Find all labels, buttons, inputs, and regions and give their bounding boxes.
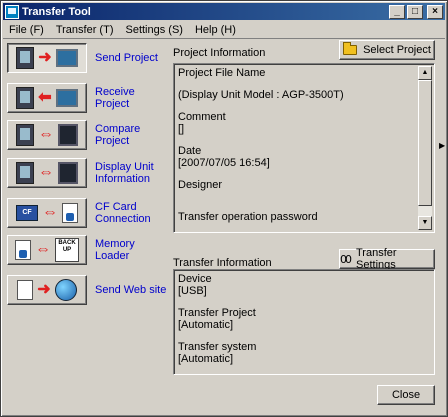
menu-bar: File (F) Transfer (T) Settings (S) Help … — [3, 21, 445, 39]
transfer-settings-button[interactable]: 00 Transfer Settings — [339, 247, 435, 271]
display-unit-info-button[interactable]: ⇔ — [7, 158, 87, 188]
display-unit-icon — [58, 124, 78, 146]
send-project-row: ➜ Send Project — [7, 41, 169, 75]
display-unit-info-row: ⇔ Display Unit Information — [7, 156, 169, 190]
left-arrow-icon: ⬅ — [38, 89, 52, 106]
project-info-content: Project File Name (Display Unit Model : … — [178, 67, 418, 229]
project-info-box: Project File Name (Display Unit Model : … — [173, 63, 435, 233]
send-web-site-link[interactable]: Send Web site — [95, 284, 169, 296]
send-web-site-row: ➜ Send Web site — [7, 273, 169, 307]
settings-icon: 00 — [340, 252, 352, 266]
transfer-info-box: Device [USB] Transfer Project [Automatic… — [173, 269, 435, 375]
title-bar: Transfer Tool _ □ × — [3, 3, 445, 20]
display-unit-info-link[interactable]: Display Unit Information — [95, 161, 169, 185]
send-project-button[interactable]: ➜ — [7, 43, 87, 73]
scroll-up-button[interactable]: ▲ — [418, 66, 432, 80]
send-project-link[interactable]: Send Project — [95, 52, 169, 64]
transfer-info-content: Device [USB] Transfer Project [Automatic… — [178, 273, 430, 371]
pc-icon — [16, 124, 34, 146]
pc-icon — [16, 162, 34, 184]
expand-arrow-icon[interactable]: ▶ — [439, 141, 445, 150]
double-arrow-icon: ⇔ — [42, 204, 58, 221]
globe-icon — [54, 279, 77, 301]
compare-project-link[interactable]: Compare Project — [95, 123, 169, 147]
display-unit-icon — [55, 49, 78, 67]
double-arrow-icon: ⇔ — [38, 126, 54, 143]
date-label: Date — [178, 145, 202, 157]
transfer-system-label: Transfer system — [178, 341, 257, 353]
cf-card-link[interactable]: CF Card Connection — [95, 201, 169, 225]
device-label: Device — [178, 273, 212, 285]
cf-card-button[interactable]: CF ⇔ — [7, 198, 87, 228]
receive-project-row: ⬅ Receive Project — [7, 81, 169, 115]
documents-icon — [17, 280, 34, 300]
cf-card-icon: CF — [16, 205, 38, 221]
backup-icon: BACK UP — [55, 238, 79, 262]
menu-help[interactable]: Help (H) — [189, 24, 242, 36]
project-file-name-label: Project File Name — [178, 67, 266, 79]
cf-card-row: CF ⇔ CF Card Connection — [7, 196, 169, 230]
minimize-button[interactable]: _ — [389, 4, 405, 19]
memory-loader-link[interactable]: Memory Loader — [95, 238, 169, 262]
comment-label: Comment — [178, 111, 226, 123]
compare-project-row: ⇔ Compare Project — [7, 118, 169, 152]
send-web-site-button[interactable]: ➜ — [7, 275, 87, 305]
transfer-system-value: [Automatic] — [178, 353, 234, 365]
select-project-button[interactable]: Select Project — [339, 40, 435, 60]
close-button[interactable]: Close — [377, 385, 435, 405]
right-arrow-icon: ➜ — [37, 281, 51, 298]
comment-value: [] — [178, 123, 185, 135]
double-arrow-icon: ⇔ — [38, 164, 54, 181]
right-arrow-icon: ➜ — [38, 49, 52, 66]
close-button-label: Close — [391, 389, 421, 401]
display-unit-icon — [58, 162, 78, 184]
device-value: [USB] — [178, 285, 207, 297]
double-arrow-icon: ⇔ — [35, 241, 51, 258]
select-project-label: Select Project — [363, 44, 431, 56]
window-title: Transfer Tool — [22, 5, 91, 18]
display-unit-model: (Display Unit Model : AGP-3500T) — [178, 89, 344, 101]
receive-project-button[interactable]: ⬅ — [7, 83, 87, 113]
document-icon — [15, 240, 31, 260]
designer-label: Designer — [178, 179, 223, 191]
scroll-thumb[interactable] — [418, 80, 432, 206]
project-info-scrollbar[interactable]: ▲ ▼ — [418, 66, 432, 230]
compare-project-button[interactable]: ⇔ — [7, 120, 87, 150]
transfer-settings-label: Transfer Settings — [356, 247, 397, 271]
transfer-project-value: [Automatic] — [178, 319, 234, 331]
app-icon — [5, 4, 19, 19]
scroll-down-button[interactable]: ▼ — [418, 216, 432, 230]
menu-settings[interactable]: Settings (S) — [119, 24, 188, 36]
menu-transfer[interactable]: Transfer (T) — [50, 24, 120, 36]
transfer-project-label: Transfer Project — [178, 307, 256, 319]
project-info-label: Project Information — [173, 47, 266, 59]
menu-file[interactable]: File (F) — [3, 24, 50, 36]
transfer-tool-window: Transfer Tool _ □ × File (F) Transfer (T… — [0, 0, 448, 417]
date-value: [2007/07/05 16:54] — [178, 157, 270, 169]
document-icon — [62, 203, 78, 223]
maximize-button[interactable]: □ — [407, 4, 423, 19]
transfer-info-label: Transfer Information — [173, 257, 272, 269]
memory-loader-row: ⇔ BACK UP Memory Loader — [7, 233, 169, 267]
receive-project-link[interactable]: Receive Project — [95, 86, 169, 110]
folder-icon — [343, 42, 358, 55]
pc-icon — [16, 87, 35, 109]
pc-icon — [16, 47, 35, 69]
transfer-password-label: Transfer operation password — [178, 211, 318, 223]
close-window-button[interactable]: × — [427, 4, 443, 19]
display-unit-icon — [55, 89, 78, 107]
memory-loader-button[interactable]: ⇔ BACK UP — [7, 235, 87, 265]
